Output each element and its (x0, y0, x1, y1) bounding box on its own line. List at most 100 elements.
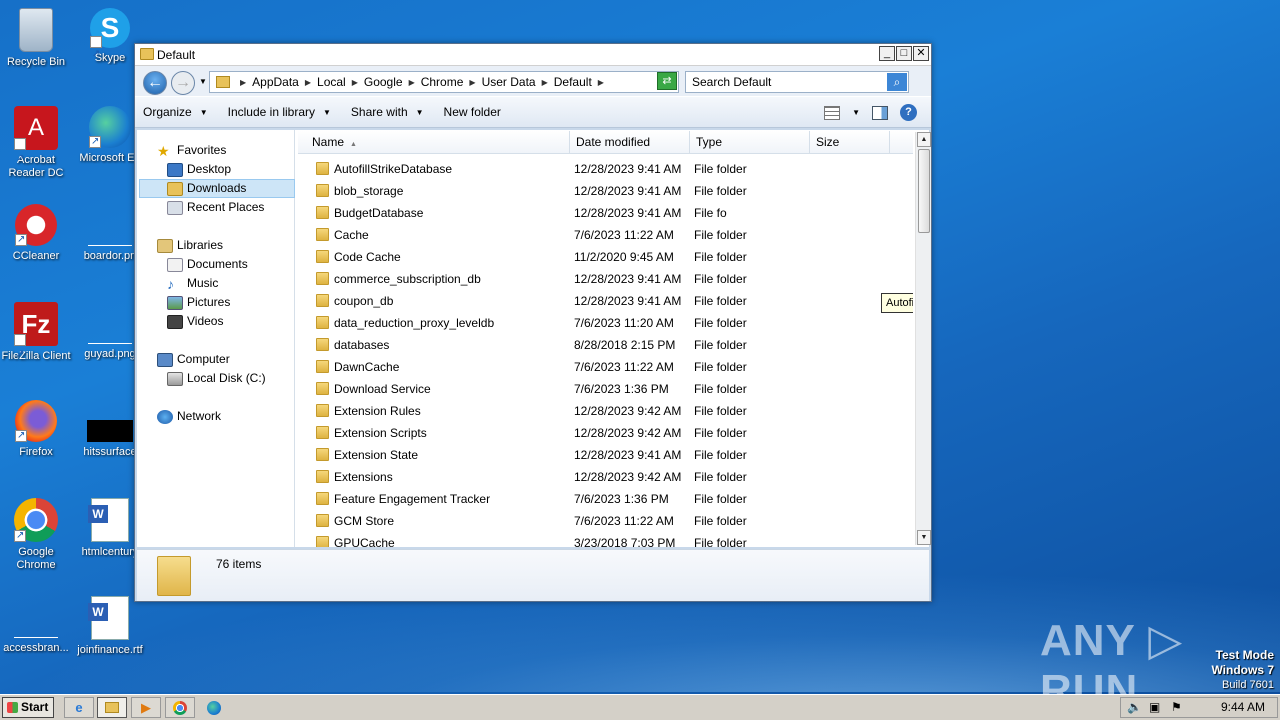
nav-documents[interactable]: Documents (167, 255, 248, 274)
clock[interactable]: 9:44 AM (1221, 700, 1265, 714)
breadcrumb-user-data[interactable]: User Data (482, 75, 536, 89)
table-row[interactable]: Cache 7/6/2023 11:22 AM File folder (298, 224, 898, 246)
breadcrumb-appdata[interactable]: AppData (252, 75, 299, 89)
chevron-right-icon[interactable]: ▶ (469, 78, 475, 87)
column-name[interactable]: Name ▲ (298, 131, 570, 154)
column-size[interactable]: Size (810, 131, 890, 154)
desktop-icon-acrobat[interactable]: A Acrobat Reader DC (0, 106, 76, 181)
nav-downloads[interactable]: Downloads (139, 179, 295, 198)
desktop-icon-chrome[interactable]: Google Chrome (0, 498, 76, 572)
nav-computer[interactable]: Computer (157, 350, 230, 369)
nav-network[interactable]: Network (157, 407, 221, 426)
taskbar-ie-icon[interactable]: e (64, 697, 94, 718)
taskbar-explorer-icon[interactable] (97, 697, 127, 718)
table-row[interactable]: Extension State 12/28/2023 9:41 AM File fo… (298, 444, 898, 466)
libraries-icon (157, 238, 173, 253)
action-center-flag-icon[interactable]: ⚑ (1171, 700, 1182, 714)
vertical-scrollbar[interactable]: ▲ ▼ (915, 132, 931, 545)
table-row[interactable]: Extension Scripts 12/28/2023 9:42 AM File … (298, 422, 898, 444)
volume-icon[interactable]: 🔈 (1127, 700, 1142, 714)
network-status-icon[interactable]: ▣ (1149, 700, 1160, 714)
table-row[interactable]: Extensions 12/28/2023 9:42 AM File folder (298, 466, 898, 488)
table-row[interactable]: GPUCache 3/23/2018 7:03 PM File folder (298, 532, 898, 547)
filezilla-icon: Fz (14, 302, 58, 377)
table-row[interactable]: AutofillStrikeDatabase 12/28/2023 9:41 AM… (298, 158, 898, 180)
search-input[interactable]: Search Default ⌕ (685, 71, 909, 93)
scroll-down-icon[interactable]: ▼ (917, 530, 931, 545)
desktop-icon-firefox[interactable]: Firefox (0, 400, 76, 459)
start-button[interactable]: Start (2, 697, 54, 718)
maximize-button[interactable]: □ (896, 46, 912, 61)
file-type: File folder (694, 250, 747, 264)
table-row[interactable]: databases 8/28/2018 2:15 PM File folder (298, 334, 898, 356)
taskbar-edge-icon[interactable] (199, 697, 229, 718)
file-type: File folder (694, 294, 747, 308)
chevron-right-icon[interactable]: ▶ (409, 78, 415, 87)
scroll-up-icon[interactable]: ▲ (917, 132, 931, 147)
breadcrumb-google[interactable]: Google (364, 75, 403, 89)
column-date-modified[interactable]: Date modified (570, 131, 690, 154)
help-icon[interactable]: ? (900, 104, 917, 121)
breadcrumb-chrome[interactable]: Chrome (421, 75, 464, 89)
nav-favorites[interactable]: ★ Favorites (157, 141, 226, 160)
nav-music[interactable]: ♪ Music (167, 274, 218, 293)
taskbar-media-player-icon[interactable]: ▶ (131, 697, 161, 718)
nav-desktop[interactable]: Desktop (167, 160, 231, 179)
chevron-right-icon[interactable]: ▶ (542, 78, 548, 87)
new-folder-button[interactable]: New folder (444, 105, 501, 119)
chevron-right-icon[interactable]: ▶ (305, 78, 311, 87)
breadcrumb-local[interactable]: Local (317, 75, 346, 89)
nav-recent-places[interactable]: Recent Places (167, 198, 264, 217)
title-bar[interactable]: Default _ □ ✕ (135, 44, 931, 66)
desktop-icon-joinfinance[interactable]: W joinfinance.rtf (70, 596, 150, 657)
recent-places-icon (167, 200, 183, 215)
navigation-pane: ★ Favorites Desktop Downloads Recent Plac… (137, 130, 295, 547)
table-row[interactable]: Code Cache 11/2/2020 9:45 AM File folder (298, 246, 898, 268)
preview-pane-icon[interactable] (872, 105, 888, 120)
table-row[interactable]: blob_storage 12/28/2023 9:41 AM File folde… (298, 180, 898, 202)
table-row[interactable]: GCM Store 7/6/2023 11:22 AM File folder (298, 510, 898, 532)
back-button[interactable]: ← (143, 71, 167, 95)
close-button[interactable]: ✕ (913, 46, 929, 61)
table-row[interactable]: DawnCache 7/6/2023 11:22 AM File folder (298, 356, 898, 378)
file-date-modified: 8/28/2018 2:15 PM (574, 338, 676, 352)
table-row[interactable]: coupon_db 12/28/2023 9:41 AM File folder (298, 290, 898, 312)
chevron-right-icon[interactable]: ▶ (240, 78, 246, 87)
breadcrumb-default[interactable]: Default (554, 75, 592, 89)
table-row[interactable]: Feature Engagement Tracker 7/6/2023 1:36 … (298, 488, 898, 510)
nav-videos[interactable]: Videos (167, 312, 223, 331)
desktop-icon-recycle-bin[interactable]: Recycle Bin (0, 8, 76, 69)
file-name: Extensions (334, 470, 393, 484)
organize-menu[interactable]: Organize ▼ (143, 105, 208, 119)
table-row[interactable]: BudgetDatabase 12/28/2023 9:41 AM File fo (298, 202, 898, 224)
table-row[interactable]: Extension Rules 12/28/2023 9:42 AM File fo… (298, 400, 898, 422)
refresh-button[interactable]: ⇄ (657, 72, 677, 90)
address-bar[interactable]: ▶ AppData ▶ Local ▶ Google ▶ Chrome ▶ User Da… (209, 71, 679, 93)
forward-button[interactable]: → (171, 71, 195, 95)
chevron-right-icon[interactable]: ▶ (598, 78, 604, 87)
file-date-modified: 12/28/2023 9:41 AM (574, 448, 682, 462)
nav-libraries[interactable]: Libraries (157, 236, 223, 255)
nav-pictures[interactable]: Pictures (167, 293, 230, 312)
change-view-icon[interactable] (824, 105, 841, 120)
folder-icon (316, 492, 329, 505)
nav-local-disk[interactable]: Local Disk (C:) (167, 369, 266, 388)
table-row[interactable]: commerce_subscription_db 12/28/2023 9:41 … (298, 268, 898, 290)
taskbar-chrome-icon[interactable] (165, 697, 195, 718)
include-in-library-menu[interactable]: Include in library ▼ (228, 105, 331, 119)
scroll-thumb[interactable] (918, 149, 930, 233)
folder-icon (316, 316, 329, 329)
search-icon[interactable]: ⌕ (887, 73, 907, 91)
column-type[interactable]: Type (690, 131, 810, 154)
table-row[interactable]: data_reduction_proxy_leveldb 7/6/2023 11:… (298, 312, 898, 334)
desktop-icon-accessbran[interactable]: accessbran... (0, 596, 76, 655)
view-options-chevron-icon[interactable]: ▼ (852, 108, 860, 117)
table-row[interactable]: Download Service 7/6/2023 1:36 PM File fol… (298, 378, 898, 400)
chevron-right-icon[interactable]: ▶ (352, 78, 358, 87)
share-with-menu[interactable]: Share with ▼ (351, 105, 424, 119)
minimize-button[interactable]: _ (879, 46, 895, 61)
desktop-icon-ccleaner[interactable]: CCleaner (0, 204, 76, 263)
file-type: File folder (694, 316, 747, 330)
recent-pages-chevron-icon[interactable]: ▼ (199, 77, 207, 86)
desktop-icon-filezilla[interactable]: Fz FileZilla Client (0, 302, 76, 377)
